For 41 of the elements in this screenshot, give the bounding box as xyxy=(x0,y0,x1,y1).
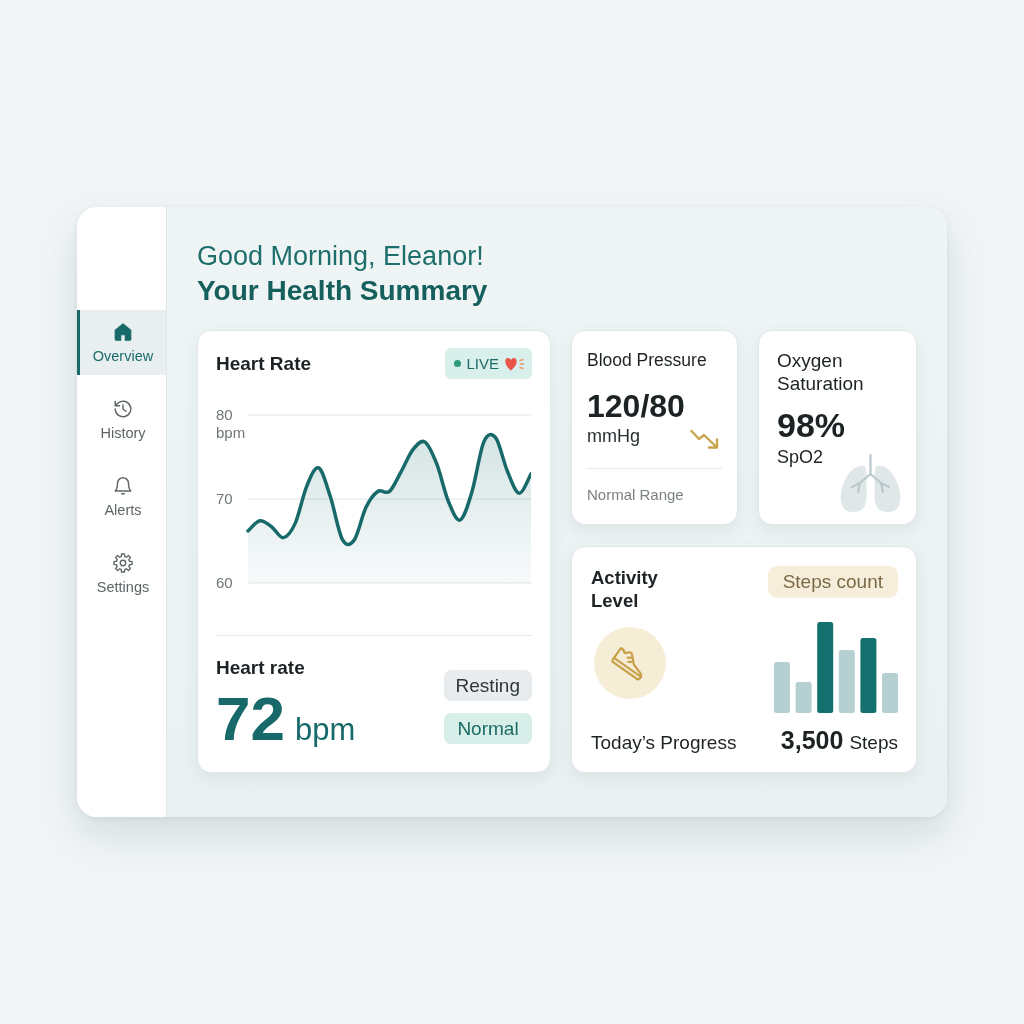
card-title: Blood Pressure xyxy=(587,349,707,371)
step-bar xyxy=(882,672,898,713)
card-title: Oxygen Saturation xyxy=(777,348,865,395)
metric-label: Heart rate xyxy=(216,658,305,678)
steps-value: 3,500 xyxy=(780,726,844,754)
unit-label: Steps xyxy=(849,732,898,753)
y-axis-unit-label: bpm xyxy=(216,424,246,441)
step-bar xyxy=(838,649,855,713)
bell-icon xyxy=(112,474,134,497)
history-icon xyxy=(112,397,134,420)
unit-label: SpO2 xyxy=(777,445,824,468)
page-title: Your Health Summary xyxy=(197,274,488,308)
status-tag: Resting xyxy=(443,670,532,701)
unit-label: mmHg xyxy=(587,425,640,447)
lungs-icon xyxy=(838,454,903,513)
step-bar xyxy=(795,681,812,713)
progress-label: Today’s Progress xyxy=(591,731,737,755)
oxygen-value: 98% xyxy=(777,405,846,444)
step-bar xyxy=(774,661,790,713)
steps-count-badge: Steps count xyxy=(767,565,898,598)
card-title: Heart Rate xyxy=(216,352,312,375)
range-note: Normal Range xyxy=(587,486,684,504)
home-icon xyxy=(112,320,134,343)
y-axis-tick-label: 80 xyxy=(216,406,233,423)
y-axis-tick-label: 60 xyxy=(216,574,233,591)
status-tag: Normal xyxy=(444,713,532,744)
greeting-text: Good Morning, Eleanor! xyxy=(197,240,484,273)
heart-icon xyxy=(504,356,524,371)
live-dot-icon xyxy=(454,360,462,367)
live-label: LIVE xyxy=(466,355,499,372)
y-axis-tick-label: 70 xyxy=(216,490,233,507)
nav-item[interactable]: Settings xyxy=(77,541,166,606)
nav-item[interactable]: Overview xyxy=(77,310,166,375)
blood-pressure-value: 120/80 xyxy=(587,388,685,424)
unit-label: bpm xyxy=(294,713,356,747)
card-title: Activity Level xyxy=(591,565,659,612)
settings-icon xyxy=(112,551,134,574)
nav-item[interactable]: History xyxy=(77,387,166,452)
heart-rate-value: 72 xyxy=(216,688,285,750)
shoe-icon xyxy=(594,627,666,699)
nav-item[interactable]: Alerts xyxy=(77,464,166,529)
